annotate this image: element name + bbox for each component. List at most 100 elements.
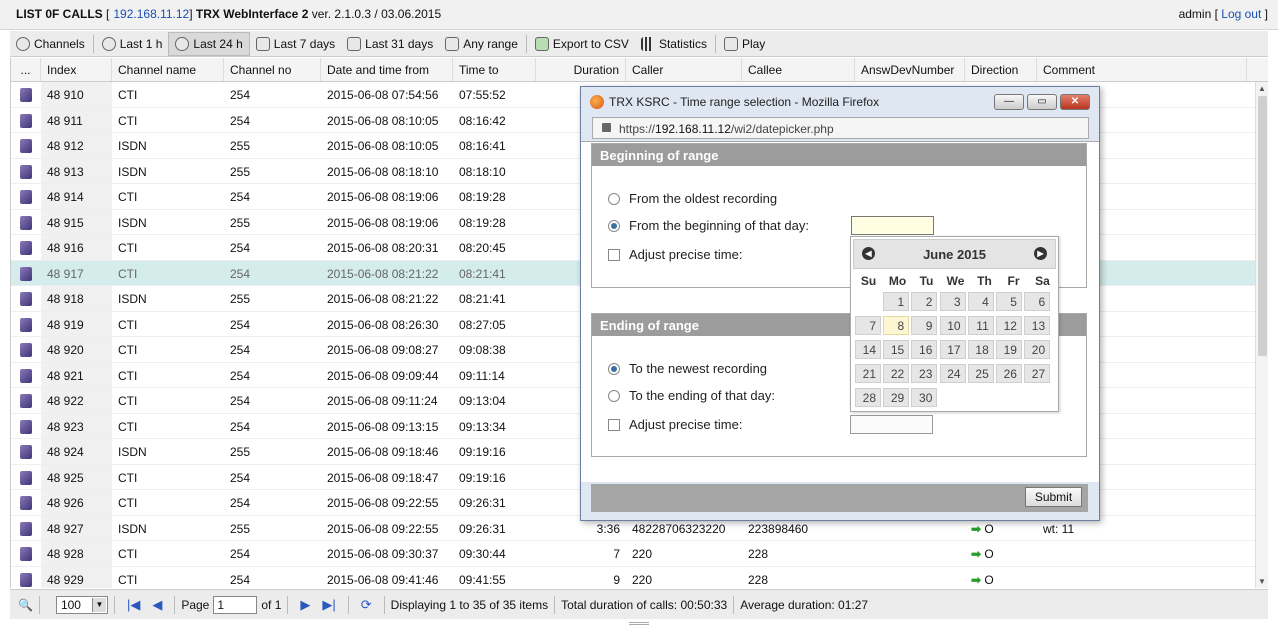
begin-oldest-option[interactable]: From the oldest recording	[608, 191, 777, 206]
play-call-cell[interactable]	[11, 439, 41, 464]
calendar-day[interactable]: 6	[1024, 292, 1051, 311]
col-callee[interactable]: Callee	[742, 58, 855, 81]
export-csv-button[interactable]: Export to CSV	[529, 32, 635, 56]
calendar-day[interactable]: 5	[995, 292, 1022, 311]
phone-icon[interactable]	[20, 113, 32, 128]
end-adjust-option[interactable]: Adjust precise time:	[608, 417, 742, 432]
calendar-day[interactable]: 4	[967, 292, 994, 311]
calendar-day[interactable]: 22	[883, 364, 910, 383]
resize-handle[interactable]	[629, 622, 649, 625]
play-call-cell[interactable]	[11, 159, 41, 184]
play-call-cell[interactable]	[11, 541, 41, 566]
last-page-icon[interactable]: ▶|	[322, 597, 335, 613]
scroll-down-icon[interactable]: ▼	[1258, 577, 1266, 586]
calendar-day[interactable]: 12	[995, 316, 1022, 335]
search-icon[interactable]: 🔍	[18, 598, 33, 612]
begin-adjust-option[interactable]: Adjust precise time:	[608, 247, 742, 262]
begin-adjust-checkbox[interactable]	[608, 248, 620, 261]
calendar-day[interactable]: 19	[995, 340, 1022, 359]
phone-icon[interactable]	[20, 521, 32, 536]
play-call-cell[interactable]	[11, 210, 41, 235]
calendar-day[interactable]: 18	[967, 340, 994, 359]
logout-link[interactable]: Log out	[1221, 7, 1261, 21]
calendar-day[interactable]: 23	[911, 364, 938, 383]
phone-icon[interactable]	[20, 292, 32, 306]
last-7-days-button[interactable]: Last 7 days	[250, 32, 341, 56]
last-1h-button[interactable]: Last 1 h	[96, 32, 169, 56]
col-channel-no[interactable]: Channel no	[224, 58, 321, 81]
play-call-cell[interactable]	[11, 567, 41, 589]
phone-icon[interactable]	[20, 547, 32, 561]
phone-icon[interactable]	[20, 419, 32, 434]
submit-button[interactable]: Submit	[1025, 487, 1082, 507]
scroll-thumb[interactable]	[1258, 96, 1267, 356]
phone-icon[interactable]	[20, 241, 32, 255]
calendar-day[interactable]: 3	[939, 292, 966, 311]
phone-icon[interactable]	[20, 190, 32, 204]
calendar-day[interactable]: 24	[939, 364, 966, 383]
end-adjust-checkbox[interactable]	[608, 418, 620, 431]
calendar-day[interactable]: 9	[911, 316, 938, 335]
prev-page-icon[interactable]: ◀	[152, 597, 162, 613]
calendar-day[interactable]: 29	[883, 388, 910, 407]
close-button[interactable]: ✕	[1060, 94, 1090, 110]
play-call-cell[interactable]	[11, 414, 41, 439]
channels-button[interactable]: Channels	[10, 32, 91, 56]
calendar-day[interactable]: 21	[855, 364, 881, 383]
play-call-cell[interactable]	[11, 133, 41, 158]
phone-icon[interactable]	[20, 572, 32, 587]
phone-icon[interactable]	[20, 317, 32, 332]
last-24h-button[interactable]: Last 24 h	[168, 31, 250, 56]
calendar-day[interactable]: 1	[883, 292, 910, 311]
statistics-button[interactable]: Statistics	[635, 32, 713, 56]
page-size-select[interactable]: 100 ▼	[55, 595, 108, 614]
table-row[interactable]: 48 928 CTI 254 2015-06-08 09:30:37 09:30:44 7…	[11, 541, 1268, 567]
minimize-button[interactable]: —	[994, 94, 1024, 110]
play-call-cell[interactable]	[11, 465, 41, 490]
phone-icon[interactable]	[20, 266, 32, 281]
phone-icon[interactable]	[20, 445, 32, 459]
phone-icon[interactable]	[20, 394, 32, 408]
calendar-day[interactable]: 7	[855, 316, 881, 335]
calendar-day[interactable]: 13	[1024, 316, 1051, 335]
play-button[interactable]: Play	[718, 32, 771, 56]
play-call-cell[interactable]	[11, 184, 41, 209]
col-comment[interactable]: Comment	[1037, 58, 1247, 81]
page-input[interactable]: 1	[213, 595, 258, 614]
next-month-icon[interactable]: ▶	[1034, 247, 1047, 260]
play-call-cell[interactable]	[11, 312, 41, 337]
begin-day-option[interactable]: From the beginning of that day:	[608, 218, 809, 233]
end-day-option[interactable]: To the ending of that day:	[608, 388, 775, 403]
refresh-icon[interactable]: ⟳	[361, 597, 372, 613]
calendar-day[interactable]: 10	[939, 316, 966, 335]
calendar-day[interactable]: 16	[911, 340, 938, 359]
maximize-button[interactable]: ▭	[1027, 94, 1057, 110]
calendar-day[interactable]: 20	[1024, 340, 1051, 359]
col-answ-dev[interactable]: AnswDevNumber	[855, 58, 965, 81]
play-call-cell[interactable]	[11, 516, 41, 541]
end-time-input[interactable]	[850, 415, 933, 434]
phone-icon[interactable]	[20, 368, 32, 383]
play-call-cell[interactable]	[11, 261, 41, 286]
table-row[interactable]: 48 929 CTI 254 2015-06-08 09:41:46 09:41:55 9…	[11, 566, 1268, 589]
end-day-radio[interactable]	[608, 389, 620, 402]
play-call-cell[interactable]	[11, 388, 41, 413]
col-index[interactable]: Index	[41, 58, 112, 81]
begin-oldest-radio[interactable]	[608, 192, 620, 205]
end-newest-radio[interactable]	[608, 362, 620, 375]
calendar-day[interactable]: 17	[939, 340, 966, 359]
phone-icon[interactable]	[20, 88, 32, 102]
col-date-from[interactable]: Date and time from	[321, 58, 453, 81]
calendar-day[interactable]: 14	[855, 340, 881, 359]
calendar-day[interactable]: 15	[883, 340, 910, 359]
calendar-day[interactable]: 25	[967, 364, 994, 383]
prev-month-icon[interactable]: ◀	[862, 247, 875, 260]
calendar-day[interactable]: 30	[911, 388, 938, 407]
play-call-cell[interactable]	[11, 286, 41, 311]
col-menu[interactable]: ...	[11, 58, 41, 81]
col-channel-name[interactable]: Channel name	[112, 58, 224, 81]
play-call-cell[interactable]	[11, 108, 41, 133]
calendar-day[interactable]: 27	[1024, 364, 1051, 383]
play-call-cell[interactable]	[11, 337, 41, 362]
begin-date-input[interactable]	[851, 216, 934, 235]
